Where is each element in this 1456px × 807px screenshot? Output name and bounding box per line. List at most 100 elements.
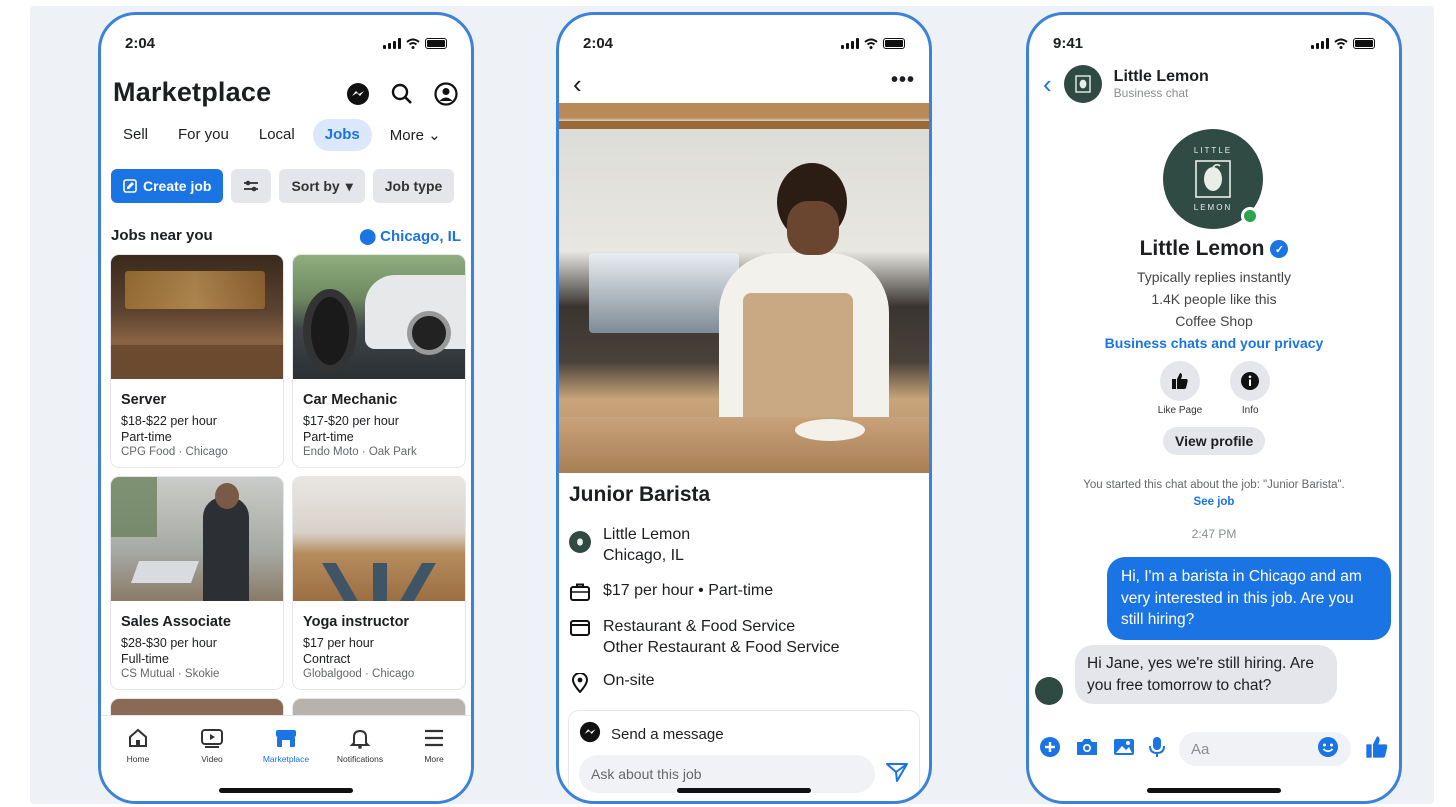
chat-subtitle: Business chat bbox=[1113, 86, 1189, 100]
messenger-icon[interactable] bbox=[345, 81, 371, 107]
wifi-icon bbox=[864, 38, 878, 49]
job-pay: $18-$22 per hour bbox=[121, 413, 217, 428]
job-card-car-mechanic[interactable]: Car Mechanic $17-$20 per hour Part-time … bbox=[293, 255, 465, 467]
edit-icon bbox=[123, 179, 137, 193]
signal-icon bbox=[1311, 37, 1329, 49]
category-primary: Restaurant & Food Service bbox=[603, 618, 796, 635]
profile-actions: Like Page Info bbox=[1029, 361, 1399, 416]
job-type-button[interactable]: Job type bbox=[372, 169, 455, 203]
job-hero-image bbox=[559, 103, 929, 473]
company-row[interactable]: Little Lemon Chicago, IL bbox=[569, 525, 690, 567]
nav-video-label: Video bbox=[201, 754, 223, 764]
job-card-body: Car Mechanic $17-$20 per hour Part-time … bbox=[293, 379, 465, 467]
back-icon[interactable]: ‹ bbox=[1043, 69, 1052, 100]
status-time: 2:04 bbox=[125, 34, 156, 52]
like-page-button[interactable]: Like Page bbox=[1158, 361, 1202, 416]
home-indicator bbox=[1147, 788, 1281, 793]
incoming-message: Hi Jane, yes we're still hiring. Are you… bbox=[1075, 645, 1337, 705]
section-title: Jobs near you bbox=[111, 227, 213, 244]
message-input[interactable]: Aa bbox=[1179, 732, 1351, 766]
emoji-icon[interactable] bbox=[1317, 736, 1339, 762]
send-icon[interactable] bbox=[885, 761, 909, 788]
home-indicator bbox=[219, 788, 353, 793]
view-profile-button[interactable]: View profile bbox=[1163, 427, 1266, 455]
nav-home[interactable]: Home bbox=[106, 726, 170, 801]
microphone-icon[interactable] bbox=[1149, 736, 1165, 763]
location-link[interactable]: ⬤ Chicago, IL bbox=[359, 227, 461, 246]
location-pin-icon bbox=[569, 671, 591, 693]
chevron-down-icon: ⌄ bbox=[428, 127, 441, 144]
briefcase-icon bbox=[569, 581, 591, 601]
message-composer: Aa bbox=[1039, 731, 1389, 767]
logo-text-bottom: LEMON bbox=[1193, 203, 1233, 212]
job-card-body: Sales Associate $28-$30 per hour Full-ti… bbox=[111, 601, 283, 689]
gallery-icon[interactable] bbox=[1113, 737, 1135, 762]
message-input-placeholder: Aa bbox=[1191, 740, 1210, 758]
logo-text-top: LITTLE bbox=[1193, 146, 1233, 155]
thumbs-up-icon[interactable] bbox=[1365, 735, 1389, 764]
job-type: Part-time bbox=[121, 430, 172, 445]
started-chat-text: You started this chat about the job: "Ju… bbox=[1083, 479, 1345, 491]
job-pay: $17 per hour bbox=[303, 635, 374, 650]
message-timestamp: 2:47 PM bbox=[1191, 527, 1237, 541]
privacy-link[interactable]: Business chats and your privacy bbox=[1029, 335, 1399, 351]
nav-more-label: More bbox=[424, 754, 444, 764]
tab-sell[interactable]: Sell bbox=[111, 119, 160, 151]
job-title: Car Mechanic bbox=[303, 392, 398, 408]
plus-icon[interactable] bbox=[1039, 736, 1061, 763]
reply-time: Typically replies instantly bbox=[1136, 269, 1292, 285]
business-name-row: Little Lemon ✓ bbox=[1029, 237, 1399, 261]
status-icons bbox=[841, 37, 905, 49]
company-city: Chicago, IL bbox=[603, 546, 684, 564]
like-page-label: Like Page bbox=[1157, 405, 1203, 416]
company-avatar bbox=[569, 525, 591, 557]
see-job-link[interactable]: See job bbox=[1047, 494, 1381, 511]
info-button[interactable]: Info bbox=[1230, 361, 1271, 416]
job-card-server[interactable]: Server $18-$22 per hour Part-time CPG Fo… bbox=[111, 255, 283, 467]
nav-more[interactable]: More bbox=[402, 726, 466, 801]
outgoing-message: Hi, I'm a barista in Chicago and am very… bbox=[1107, 557, 1391, 641]
search-icon[interactable] bbox=[389, 81, 415, 107]
tab-jobs[interactable]: Jobs bbox=[312, 119, 372, 151]
create-job-label: Create job bbox=[143, 178, 212, 194]
tab-for-you[interactable]: For you bbox=[166, 119, 241, 151]
back-icon[interactable]: ‹ bbox=[573, 69, 582, 100]
status-time: 9:41 bbox=[1053, 34, 1084, 52]
job-card-body: Server $18-$22 per hour Part-time CPG Fo… bbox=[111, 379, 283, 467]
create-job-button[interactable]: Create job bbox=[111, 169, 224, 203]
site-text: On-site bbox=[603, 672, 655, 689]
job-card-sales-associate[interactable]: Sales Associate $28-$30 per hour Full-ti… bbox=[111, 477, 283, 689]
camera-icon[interactable] bbox=[1075, 737, 1099, 762]
category-info: Restaurant & Food Service Other Restaura… bbox=[603, 617, 840, 659]
sort-by-button[interactable]: Sort by ▾ bbox=[279, 169, 365, 203]
status-icons bbox=[1311, 37, 1375, 49]
battery-icon bbox=[425, 37, 447, 49]
caret-down-icon: ▾ bbox=[345, 177, 353, 194]
business-avatar[interactable] bbox=[1063, 65, 1102, 103]
job-grid: Server $18-$22 per hour Part-time CPG Fo… bbox=[111, 255, 465, 729]
header-icons bbox=[345, 81, 459, 107]
bell-icon bbox=[347, 726, 373, 750]
thumbs-up-icon bbox=[1159, 361, 1200, 401]
job-company: Endo Moto · Oak Park bbox=[303, 446, 417, 459]
job-image-tire bbox=[293, 255, 465, 379]
sliders-icon bbox=[244, 180, 259, 192]
chat-title-block: Little Lemon Business chat bbox=[1114, 68, 1209, 100]
job-image-cafe bbox=[111, 255, 283, 379]
tab-local[interactable]: Local bbox=[247, 119, 307, 151]
job-title: Yoga instructor bbox=[303, 614, 410, 630]
job-card-yoga-instructor[interactable]: Yoga instructor $17 per hour Contract Gl… bbox=[293, 477, 465, 689]
job-image-office bbox=[111, 477, 283, 601]
pay-row: $17 per hour • Part-time bbox=[569, 581, 773, 602]
profile-icon[interactable] bbox=[433, 81, 459, 107]
send-message-label: Send a message bbox=[611, 725, 724, 743]
tab-bar: Sell For you Local Jobs More ⌄ bbox=[111, 119, 453, 151]
tab-more-label: More bbox=[389, 127, 424, 144]
menu-icon bbox=[421, 726, 447, 750]
job-company: Globalgood · Chicago bbox=[303, 668, 415, 681]
more-options-icon[interactable]: ••• bbox=[891, 69, 915, 92]
filter-settings-button[interactable] bbox=[231, 169, 272, 203]
tab-more[interactable]: More ⌄ bbox=[378, 119, 453, 151]
battery-icon bbox=[1353, 37, 1375, 49]
location-label: Chicago, IL bbox=[380, 227, 461, 245]
